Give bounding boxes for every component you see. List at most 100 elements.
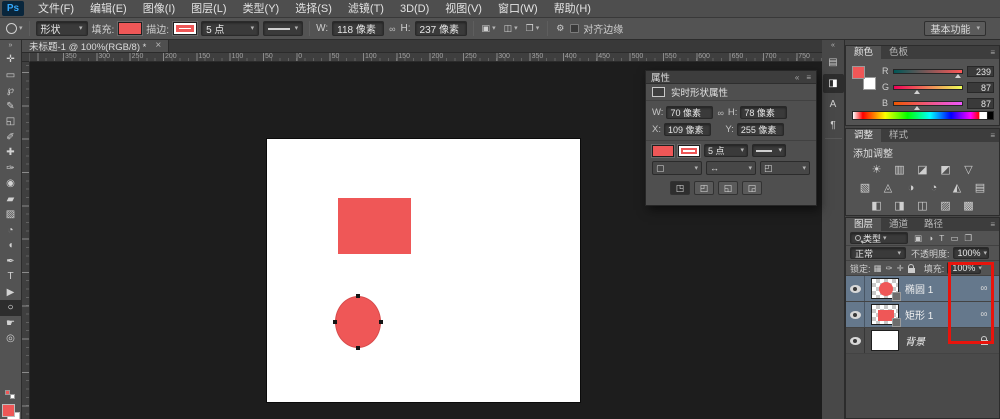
eraser-tool[interactable]: ▰ — [0, 192, 21, 208]
filter-adjustment-layers-icon[interactable]: ◑ — [927, 233, 934, 244]
panel-menu-icon[interactable]: ≡ — [806, 73, 811, 82]
hue-saturation-icon[interactable]: ▧ — [859, 182, 872, 195]
collapse-panel-icon[interactable]: « — [795, 73, 799, 82]
geometry-options-button[interactable]: ⚙ — [554, 23, 566, 34]
stroke-color-swatch[interactable] — [678, 144, 700, 157]
visibility-toggle[interactable] — [846, 276, 865, 301]
menu-item[interactable]: 文件(F) — [30, 0, 82, 18]
pen-tool[interactable]: ✒ — [0, 254, 21, 270]
align-edges-checkbox[interactable] — [570, 24, 580, 33]
visibility-toggle[interactable] — [846, 328, 865, 353]
character-panel-icon[interactable]: A — [823, 95, 844, 114]
menu-item[interactable]: 3D(D) — [392, 0, 437, 18]
panel-menu-icon[interactable]: ≡ — [990, 46, 999, 59]
filter-pixel-layers-icon[interactable]: ▣ — [913, 233, 923, 244]
panel-menu-icon[interactable]: ≡ — [990, 129, 999, 142]
menu-item[interactable]: 图层(L) — [183, 0, 234, 18]
threshold-icon[interactable]: ◫ — [916, 200, 929, 213]
stroke-style-select[interactable]: ▾ — [752, 144, 786, 157]
anchor-point-right[interactable] — [379, 320, 383, 324]
shape-width-input[interactable]: 118 像素 — [332, 21, 385, 36]
shape-h-input[interactable]: 78 像素 — [740, 106, 788, 119]
color-balance-icon[interactable]: ◬ — [882, 182, 895, 195]
foreground-color-swatch[interactable] — [2, 404, 15, 417]
visibility-toggle[interactable] — [846, 302, 865, 327]
ellipse-shape[interactable] — [335, 296, 381, 348]
red-slider[interactable] — [893, 68, 963, 78]
workspace-switcher[interactable]: 基本功能 ▾ — [924, 21, 986, 36]
exposure-icon[interactable]: ◩ — [939, 164, 952, 177]
slider-thumb[interactable] — [954, 73, 961, 78]
horizontal-ruler[interactable]: 350 300 250 200 150 100 50 0 50 100 150 200 250 300 35… — [30, 53, 822, 62]
document-tab[interactable]: 未标题-1 @ 100%(RGB/8) * × — [22, 40, 170, 53]
stroke-style-select[interactable]: ▾ — [263, 21, 304, 36]
menu-item[interactable]: 视图(V) — [437, 0, 490, 18]
tab-layers[interactable]: 图层 — [846, 218, 882, 231]
tab-color[interactable]: 颜色 — [846, 46, 882, 59]
crop-tool[interactable]: ◱ — [0, 114, 21, 130]
paragraph-panel-icon[interactable]: ¶ — [823, 116, 844, 135]
slider-thumb[interactable] — [914, 89, 921, 94]
filter-type-layers-icon[interactable]: T — [938, 233, 945, 244]
tab-styles[interactable]: 样式 — [881, 129, 916, 142]
brush-tool[interactable]: ✑ — [0, 161, 21, 177]
anchor-point-bottom[interactable] — [356, 346, 360, 350]
type-tool[interactable]: T — [0, 269, 21, 285]
menu-item[interactable]: 窗口(W) — [490, 0, 546, 18]
path-operations-button[interactable]: ▣ ▾ — [480, 23, 498, 34]
tool-mode-select[interactable]: 形状 ▾ — [35, 21, 88, 36]
lock-all-icon[interactable] — [907, 263, 915, 273]
blue-slider[interactable] — [893, 100, 963, 110]
align-combo-icon[interactable]: ↔ ▾ — [706, 161, 756, 175]
anchor-point-top[interactable] — [356, 294, 360, 298]
stroke-color-swatch[interactable] — [173, 22, 198, 35]
layer-thumbnail[interactable] — [871, 330, 899, 351]
close-icon[interactable]: × — [155, 41, 161, 51]
stroke-width-input[interactable]: 5 点 ▾ — [201, 21, 260, 36]
color-spectrum-ramp[interactable] — [852, 111, 994, 120]
shape-y-input[interactable]: 255 像素 — [736, 123, 784, 136]
link-dimensions-icon[interactable]: ∞ — [716, 108, 724, 118]
path-arrange-button[interactable]: ❐ ▾ — [524, 23, 542, 34]
menu-item[interactable]: 帮助(H) — [546, 0, 599, 18]
vertical-ruler[interactable] — [22, 62, 30, 419]
red-value-input[interactable]: 239 — [967, 65, 994, 77]
history-panel-icon[interactable]: ▤ — [823, 53, 844, 72]
lasso-tool[interactable]: ℘ — [0, 83, 21, 99]
shape-x-input[interactable]: 109 像素 — [663, 123, 711, 136]
channel-mixer-icon[interactable]: ◭ — [951, 182, 964, 195]
green-value-input[interactable]: 87 — [967, 81, 994, 93]
healing-brush-tool[interactable]: ✚ — [0, 145, 21, 161]
color-lookup-icon[interactable]: ▤ — [974, 182, 987, 195]
green-slider[interactable] — [893, 84, 963, 94]
menu-item[interactable]: 选择(S) — [287, 0, 340, 18]
path-alignment-button[interactable]: ◫ ▾ — [502, 23, 520, 34]
blur-tool[interactable]: ◔ — [0, 223, 21, 239]
gradient-tool[interactable]: ▨ — [0, 207, 21, 223]
exclude-shape-icon[interactable]: ◲ — [742, 181, 762, 195]
brightness-contrast-icon[interactable]: ☀ — [870, 164, 883, 177]
opacity-input[interactable]: 100% ▾ — [952, 247, 989, 259]
lock-position-icon[interactable]: ✛ — [897, 263, 904, 274]
levels-icon[interactable]: ▥ — [893, 164, 906, 177]
intersect-shape-icon[interactable]: ◱ — [718, 181, 738, 195]
quick-selection-tool[interactable]: ✎ — [0, 99, 21, 115]
lock-image-pixels-icon[interactable]: ✑ — [886, 263, 893, 274]
layer-thumbnail[interactable] — [871, 278, 901, 301]
shape-w-input[interactable]: 70 像素 — [666, 106, 714, 119]
layer-thumbnail[interactable] — [871, 304, 901, 327]
hand-tool[interactable]: ☛ — [0, 316, 21, 332]
blend-mode-select[interactable]: 正常 ▾ — [850, 247, 906, 259]
stroke-width-input[interactable]: 5 点 ▾ — [704, 144, 748, 157]
merge-shapes-icon[interactable]: ◳ — [670, 181, 690, 195]
subtract-shape-icon[interactable]: ◰ — [694, 181, 714, 195]
corner-radius-combo-icon[interactable]: ▢ ▾ — [652, 161, 702, 175]
fill-color-swatch[interactable] — [118, 22, 143, 35]
anchor-point-left[interactable] — [333, 320, 337, 324]
menu-item[interactable]: 滤镜(T) — [340, 0, 392, 18]
shape-height-input[interactable]: 237 像素 — [414, 21, 467, 36]
blue-value-input[interactable]: 87 — [967, 97, 994, 109]
fill-color-swatch[interactable] — [652, 144, 674, 157]
swap-colors-icon[interactable] — [5, 390, 10, 395]
tab-channels[interactable]: 通道 — [881, 218, 916, 231]
